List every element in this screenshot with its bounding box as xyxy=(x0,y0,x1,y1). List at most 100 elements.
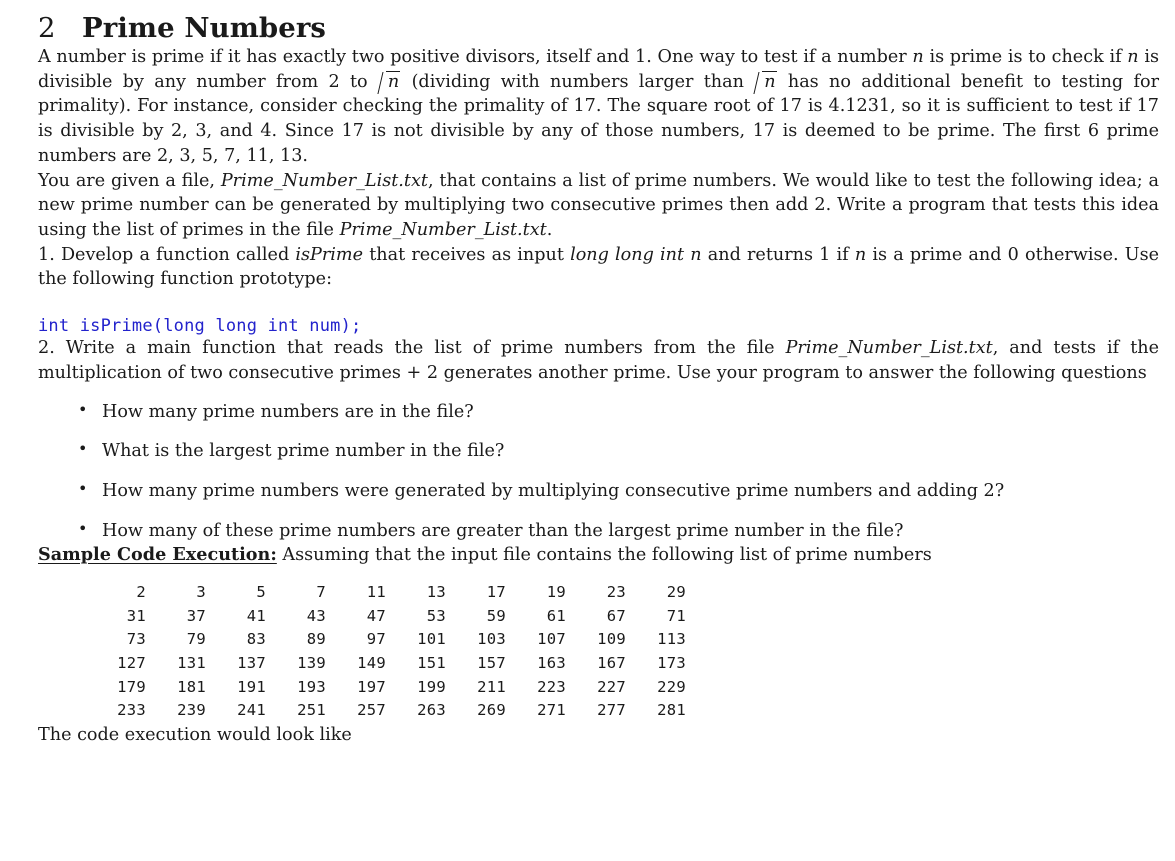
filename-2: Prime_Number_List.txt xyxy=(339,220,547,241)
table-cell: 5 xyxy=(256,582,266,601)
table-cell: 211 xyxy=(477,677,506,696)
table-cell: 239 xyxy=(177,701,206,720)
table-cell: 179 xyxy=(117,677,146,696)
table-cell: 229 xyxy=(657,677,686,696)
table-cell: 251 xyxy=(297,701,326,720)
math-var-n-2: n xyxy=(1127,47,1139,67)
table-cell: 13 xyxy=(426,582,446,601)
table-cell: 191 xyxy=(237,677,266,696)
table-cell: 109 xyxy=(597,630,626,649)
list-item: • How many of these prime numbers are gr… xyxy=(78,519,1159,544)
table-cell: 97 xyxy=(366,630,386,649)
paragraph-intro: A number is prime if it has exactly two … xyxy=(38,45,1159,169)
table-cell: 41 xyxy=(246,606,266,625)
table-cell: 11 xyxy=(366,582,386,601)
paragraph-item-2: 2. Write a main function that reads the … xyxy=(38,336,1159,385)
intro-text-2: is prime is to check if xyxy=(929,47,1122,67)
math-var-n-1: n xyxy=(912,47,924,67)
table-cell: 29 xyxy=(666,582,686,601)
sqrt-n-1: n xyxy=(379,70,401,95)
table-cell: 127 xyxy=(117,653,146,672)
table-cell: 59 xyxy=(486,606,506,625)
item1-type: long long int xyxy=(570,244,685,265)
table-cell: 107 xyxy=(537,630,566,649)
page-title: Prime Numbers xyxy=(82,12,327,44)
prime-number-table: 2 3 5 7 11 13 17 19 23 29 31 37 41 43 47 xyxy=(100,581,686,723)
table-cell: 137 xyxy=(237,653,266,672)
list-item: • What is the largest prime number in th… xyxy=(78,439,1159,464)
question-text: How many prime numbers are in the file? xyxy=(102,401,474,422)
table-cell: 3 xyxy=(196,582,206,601)
questions-list: • How many prime numbers are in the file… xyxy=(38,400,1159,544)
sample-code-execution-heading: Sample Code Execution: xyxy=(38,544,277,566)
table-cell: 151 xyxy=(417,653,446,672)
table-cell: 113 xyxy=(657,630,686,649)
isprime-name: isPrime xyxy=(295,244,364,265)
table-cell: 101 xyxy=(417,630,446,649)
math-var-n-3: n xyxy=(690,244,702,265)
table-cell: 17 xyxy=(486,582,506,601)
table-cell: 37 xyxy=(186,606,206,625)
table-row: 2 3 5 7 11 13 17 19 23 29 xyxy=(100,581,686,605)
table-cell: 71 xyxy=(666,606,686,625)
intro-text-4: (dividing with numbers larger than xyxy=(411,71,744,92)
table-cell: 103 xyxy=(477,630,506,649)
sqrt-n-2: n xyxy=(755,70,777,95)
bullet-icon: • xyxy=(78,478,88,498)
bullet-icon: • xyxy=(78,439,88,459)
table-cell: 73 xyxy=(126,630,146,649)
table-cell: 7 xyxy=(316,582,326,601)
paragraph-closing: The code execution would look like xyxy=(38,725,352,746)
table-cell: 31 xyxy=(126,606,146,625)
question-text: How many of these prime numbers are grea… xyxy=(102,520,904,541)
bullet-icon: • xyxy=(78,399,88,419)
table-cell: 157 xyxy=(477,653,506,672)
table-cell: 223 xyxy=(537,677,566,696)
table-cell: 61 xyxy=(546,606,566,625)
document-content: 2 Prime Numbers A number is prime if it … xyxy=(0,0,1175,748)
table-cell: 227 xyxy=(597,677,626,696)
table-cell: 2 xyxy=(136,582,146,601)
table-cell: 43 xyxy=(306,606,326,625)
table-cell: 233 xyxy=(117,701,146,720)
section-number: 2 xyxy=(38,12,56,44)
file-text-3: . xyxy=(546,220,553,241)
table-cell: 263 xyxy=(417,701,446,720)
table-row: 127 131 137 139 149 151 157 163 167 173 xyxy=(100,652,686,676)
table-cell: 199 xyxy=(417,677,446,696)
item1-text-c: and returns 1 if xyxy=(707,244,849,265)
table-row: 73 79 83 89 97 101 103 107 109 113 xyxy=(100,628,686,652)
table-cell: 163 xyxy=(537,653,566,672)
list-item: • How many prime numbers are in the file… xyxy=(78,400,1159,425)
table-cell: 23 xyxy=(606,582,626,601)
table-cell: 139 xyxy=(297,653,326,672)
question-text: How many prime numbers were generated by… xyxy=(102,480,1005,501)
table-cell: 281 xyxy=(657,701,686,720)
table-row: 233 239 241 251 257 263 269 271 277 281 xyxy=(100,699,686,723)
table-cell: 83 xyxy=(246,630,266,649)
table-cell: 193 xyxy=(297,677,326,696)
table-cell: 47 xyxy=(366,606,386,625)
filename-3: Prime_Number_List.txt xyxy=(785,338,993,359)
document-page: 2 Prime Numbers A number is prime if it … xyxy=(0,0,1175,861)
question-text: What is the largest prime number in the … xyxy=(102,441,505,462)
item1-text-b: that receives as input xyxy=(369,244,564,265)
table-cell: 181 xyxy=(177,677,206,696)
table-row: 31 37 41 43 47 53 59 61 67 71 xyxy=(100,605,686,629)
table-cell: 67 xyxy=(606,606,626,625)
section-heading: 2 Prime Numbers xyxy=(38,12,1159,45)
table-cell: 277 xyxy=(597,701,626,720)
paragraph-item-1: 1. Develop a function called isPrime tha… xyxy=(38,243,1159,292)
table-cell: 19 xyxy=(546,582,566,601)
filename-1: Prime_Number_List.txt xyxy=(220,170,428,191)
table-cell: 197 xyxy=(357,677,386,696)
file-text-1: You are given a file, xyxy=(38,170,216,191)
sample-execution-text: Assuming that the input file contains th… xyxy=(282,545,932,566)
intro-text-1: A number is prime if it has exactly two … xyxy=(38,47,907,67)
paragraph-file: You are given a file, Prime_Number_List.… xyxy=(38,169,1159,243)
table-cell: 89 xyxy=(306,630,326,649)
list-item: • How many prime numbers were generated … xyxy=(78,479,1159,504)
item2-text-a: 2. Write a main function that reads the … xyxy=(38,338,775,359)
table-cell: 131 xyxy=(177,653,206,672)
table-cell: 53 xyxy=(426,606,446,625)
